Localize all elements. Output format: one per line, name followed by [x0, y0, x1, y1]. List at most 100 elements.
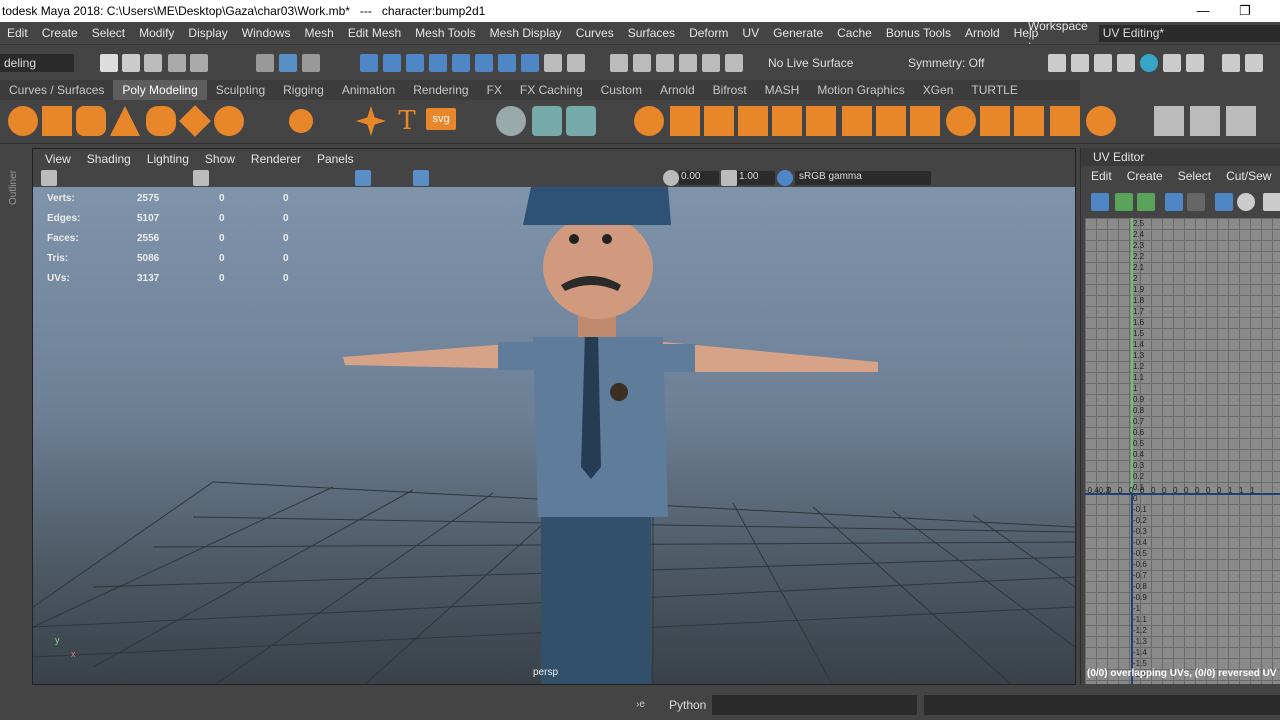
color-management-icon[interactable] — [777, 170, 793, 186]
render-frame-icon[interactable] — [1071, 54, 1089, 72]
menu-arnold[interactable]: Arnold — [958, 26, 1007, 40]
smooth-icon[interactable] — [772, 106, 802, 136]
gamma-icon[interactable] — [721, 170, 737, 186]
shelf-tab-custom[interactable]: Custom — [592, 80, 651, 100]
poly-cube-icon[interactable] — [42, 106, 72, 136]
insert-loop-icon[interactable] — [1190, 106, 1220, 136]
poly-cylinder-icon[interactable] — [76, 106, 106, 136]
menu-mesh-display[interactable]: Mesh Display — [483, 26, 569, 40]
bridge-icon[interactable] — [910, 106, 940, 136]
outliner-tab[interactable]: Outliner — [8, 155, 24, 205]
shelf-tab-rendering[interactable]: Rendering — [404, 80, 477, 100]
menu-generate[interactable]: Generate — [766, 26, 830, 40]
shelf-tab-xgen[interactable]: XGen — [914, 80, 963, 100]
uv-snapshot-icon[interactable] — [566, 106, 596, 136]
type-tool-icon[interactable]: T — [392, 106, 422, 136]
shaded-uv-icon[interactable] — [1263, 193, 1280, 211]
shelf-tab-fx-caching[interactable]: FX Caching — [511, 80, 592, 100]
redo-icon[interactable] — [190, 54, 208, 72]
boolean-icon[interactable] — [738, 106, 768, 136]
light-editor-icon[interactable] — [1186, 54, 1204, 72]
menu-curves[interactable]: Curves — [569, 26, 621, 40]
xray-icon[interactable] — [413, 170, 429, 186]
super-shape-icon[interactable] — [356, 106, 386, 136]
uv-grid[interactable]: 2.5 2.4 2.3 2.2 2.1 2 1.9 1.8 1.7 1.6 1.5 1.4 1.3 1.2… — [1085, 218, 1280, 684]
menu-edit[interactable]: Edit — [0, 26, 35, 40]
uv-shell-icon[interactable] — [1091, 193, 1109, 211]
extract-icon[interactable] — [704, 106, 734, 136]
shelf-tab-mash[interactable]: MASH — [756, 80, 809, 100]
poly-torus-icon[interactable] — [146, 106, 176, 136]
gamma-field[interactable]: 1.00 — [737, 171, 775, 185]
poly-disc-icon[interactable] — [214, 106, 244, 136]
reduce-icon[interactable] — [806, 106, 836, 136]
color-space-dropdown[interactable]: sRGB gamma — [795, 171, 931, 185]
lock-icon[interactable] — [544, 54, 562, 72]
uv-select-icon[interactable] — [1115, 193, 1133, 211]
shelf-tab-curves-surfaces[interactable]: Curves / Surfaces — [0, 80, 113, 100]
command-input[interactable] — [712, 695, 917, 715]
poly-sphere-icon[interactable] — [8, 106, 38, 136]
symmetry-dropdown[interactable]: Symmetry: Off — [904, 54, 1008, 72]
offset-loop-icon[interactable] — [1226, 106, 1256, 136]
menu-modify[interactable]: Modify — [132, 26, 181, 40]
menu-deform[interactable]: Deform — [682, 26, 735, 40]
paint-select-icon[interactable] — [302, 54, 320, 72]
shelf-tab-animation[interactable]: Animation — [333, 80, 404, 100]
viewport-menu-renderer[interactable]: Renderer — [243, 152, 309, 166]
poly-cone-icon[interactable] — [110, 106, 140, 136]
workspace-dropdown[interactable]: UV Editing* — [1098, 24, 1280, 42]
viewport-menu-show[interactable]: Show — [197, 152, 243, 166]
fill-hole-icon[interactable] — [980, 106, 1010, 136]
target-weld-icon[interactable] — [1086, 106, 1116, 136]
menu-mesh-tools[interactable]: Mesh Tools — [408, 26, 482, 40]
uv-menu-cut-sew[interactable]: Cut/Sew — [1226, 169, 1280, 183]
ipr-render-icon[interactable] — [1094, 54, 1112, 72]
menu-cache[interactable]: Cache — [830, 26, 879, 40]
texture-display-icon[interactable] — [1165, 193, 1183, 211]
exposure-icon[interactable] — [663, 170, 679, 186]
menu-mesh[interactable]: Mesh — [297, 26, 340, 40]
viewport-menu-lighting[interactable]: Lighting — [139, 152, 197, 166]
viewport-menu-panels[interactable]: Panels — [309, 152, 362, 166]
help-icon[interactable] — [521, 54, 539, 72]
shelf-tab-bifrost[interactable]: Bifrost — [704, 80, 756, 100]
smooth-shade-icon[interactable] — [355, 170, 371, 186]
construction-history-icon[interactable] — [610, 54, 628, 72]
shelf-tab-fx[interactable]: FX — [478, 80, 511, 100]
viewport-menu-view[interactable]: View — [37, 152, 79, 166]
poly-plane-icon[interactable] — [179, 105, 211, 137]
snap-view-plane-icon[interactable] — [429, 54, 447, 72]
uv-menu-edit[interactable]: Edit — [1091, 169, 1127, 183]
snap-vertex-icon[interactable] — [498, 54, 516, 72]
svg-tool-icon[interactable]: svg — [426, 108, 456, 130]
undo-icon[interactable] — [168, 54, 186, 72]
lasso-tool-icon[interactable] — [279, 54, 297, 72]
render-settings-icon[interactable] — [1117, 54, 1135, 72]
workspace-selector[interactable]: Workspace : UV Editing* — [1028, 19, 1280, 47]
shelf-tab-arnold[interactable]: Arnold — [651, 80, 704, 100]
menuset-dropdown[interactable]: deling — [0, 54, 74, 72]
exposure-field[interactable]: 0.00 — [679, 171, 719, 185]
select-tool-icon[interactable] — [256, 54, 274, 72]
input-ops-icon[interactable] — [633, 54, 651, 72]
uv-menu-select[interactable]: Select — [1178, 169, 1226, 183]
minimize-button[interactable]: — — [1180, 0, 1226, 22]
checker-icon[interactable] — [1237, 193, 1255, 211]
menu-select[interactable]: Select — [85, 26, 132, 40]
shelf-tab-sculpting[interactable]: Sculpting — [207, 80, 274, 100]
snap-mode-icon[interactable] — [702, 54, 720, 72]
platonic-solid-icon[interactable] — [286, 106, 316, 136]
edge-loop-icon[interactable] — [1154, 106, 1184, 136]
new-scene-icon[interactable] — [100, 54, 118, 72]
cleanup-icon[interactable] — [532, 106, 562, 136]
shelf-tab-poly-modeling[interactable]: Poly Modeling — [113, 80, 207, 100]
modeling-toolkit-icon[interactable] — [1222, 54, 1240, 72]
shelf-tab-turtle[interactable]: TURTLE — [962, 80, 1026, 100]
dim-image-icon[interactable] — [1187, 193, 1205, 211]
attribute-editor-icon[interactable] — [1245, 54, 1263, 72]
menu-uv[interactable]: UV — [735, 26, 766, 40]
viewport-panel[interactable]: View Shading Lighting Show Renderer Panels 0.… — [32, 148, 1076, 685]
snap-grid-icon[interactable] — [360, 54, 378, 72]
menu-edit-mesh[interactable]: Edit Mesh — [341, 26, 408, 40]
